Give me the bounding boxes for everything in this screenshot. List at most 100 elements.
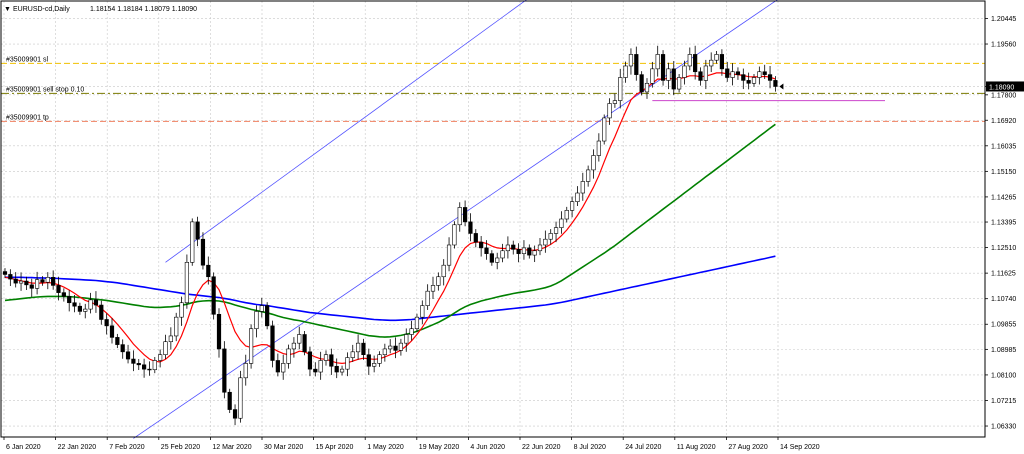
candle-body [414,316,420,330]
y-tick-label: 1.15150 [991,169,1016,176]
candle-body [158,354,163,361]
candle-body [13,278,18,284]
x-tick-label: 4 Jun 2020 [470,444,505,451]
candle-body [612,100,617,104]
x-tick-label: 6 Jan 2020 [6,444,41,451]
candle-body [99,304,104,320]
candle-body [254,311,259,330]
chart-window: #35009901 sl #35009901 sell stop 0.10 #350… [0,0,1024,454]
candle-body [8,274,13,280]
candle-body [511,244,516,250]
candle-body [61,292,66,297]
candle-body [361,342,366,356]
candle-body [147,368,152,371]
x-tick-label: 19 May 2020 [419,444,460,451]
candle-body [762,71,767,75]
candle-body [211,276,216,315]
x-tick-label: 14 Sep 2020 [780,444,820,451]
candle-body [93,299,99,306]
candle-body [206,264,211,278]
candle-body [725,68,730,78]
x-tick-label: 11 Aug 2020 [677,444,716,451]
candle-body [596,140,601,156]
candle-body [275,360,280,373]
candle-body [109,325,115,338]
candle-body [655,54,660,70]
candle-body [484,247,489,254]
candle-body [334,365,339,373]
candle-body [72,302,77,307]
x-tick-label: 7 Feb 2020 [109,444,145,451]
candle-body [452,224,457,246]
candle-body [757,71,762,78]
candle-body [730,71,735,78]
candle-body [238,377,243,419]
candle-body [45,277,50,283]
y-tick-label: 1.09855 [991,322,1016,329]
candle-body [372,363,377,367]
candle-body [345,357,350,370]
candle-body [564,210,569,220]
candle-body [24,280,29,286]
order-line-label: #35009901 sell stop 0.10 [6,86,84,93]
candle-body [618,77,623,101]
candle-body [500,250,505,259]
candle-body [660,54,666,81]
x-tick-label: 15 Apr 2020 [316,444,354,451]
y-tick-label: 1.12510 [991,245,1016,252]
candle-body [190,221,195,263]
candle-body [243,363,248,379]
candle-body [607,103,612,119]
header-ohlc: 1.18154 1.18184 1.18079 1.18090 [90,6,197,13]
candle-body [302,334,307,353]
header-marker: ▼ [4,6,11,13]
candle-body [495,257,500,263]
candle-body [591,155,596,171]
x-tick-label: 8 Jul 2020 [574,444,606,451]
candle-body [307,351,313,370]
candle-body [687,54,692,67]
x-tick-label: 22 Jun 2020 [522,444,561,451]
chart-background [0,0,1024,454]
candle-body [163,341,168,356]
y-tick-label: 1.11625 [991,271,1016,278]
candle-body [398,342,404,351]
candle-body [527,247,532,256]
y-tick-label: 1.16920 [991,118,1016,125]
candle-body [270,325,275,361]
candle-body [281,363,286,373]
candle-body [377,354,382,364]
candle-body [174,316,179,337]
candle-body [569,201,575,211]
candle-body [179,302,184,318]
candle-body [222,348,227,393]
candle-body [666,68,671,81]
candle-body [184,262,190,304]
x-tick-label: 25 Feb 2020 [161,444,200,451]
candle-body [216,313,222,350]
candle-body [543,238,548,246]
candle-body [473,233,478,243]
candle-body [751,77,757,84]
x-tick-label: 1 May 2020 [367,444,404,451]
candle-body [393,345,398,351]
candle-body [125,351,131,360]
candle-body [382,348,387,356]
candle-body [650,68,655,84]
candle-body [350,351,355,358]
candle-body [297,334,302,344]
candle-body [404,334,409,344]
candle-body [227,391,232,410]
price-chart[interactable]: #35009901 sl #35009901 sell stop 0.10 #350… [0,0,1024,454]
candle-body [366,354,371,367]
y-tick-label: 1.17800 [991,92,1016,99]
candle-body [489,253,494,263]
candle-body [441,264,446,278]
candle-body [634,54,639,75]
y-tick-label: 1.08985 [991,347,1016,354]
candle-body [741,74,746,81]
candle-body [548,233,553,240]
candle-body [468,221,473,234]
candle-body [457,207,462,226]
x-tick-label: 24 Jul 2020 [625,444,661,451]
